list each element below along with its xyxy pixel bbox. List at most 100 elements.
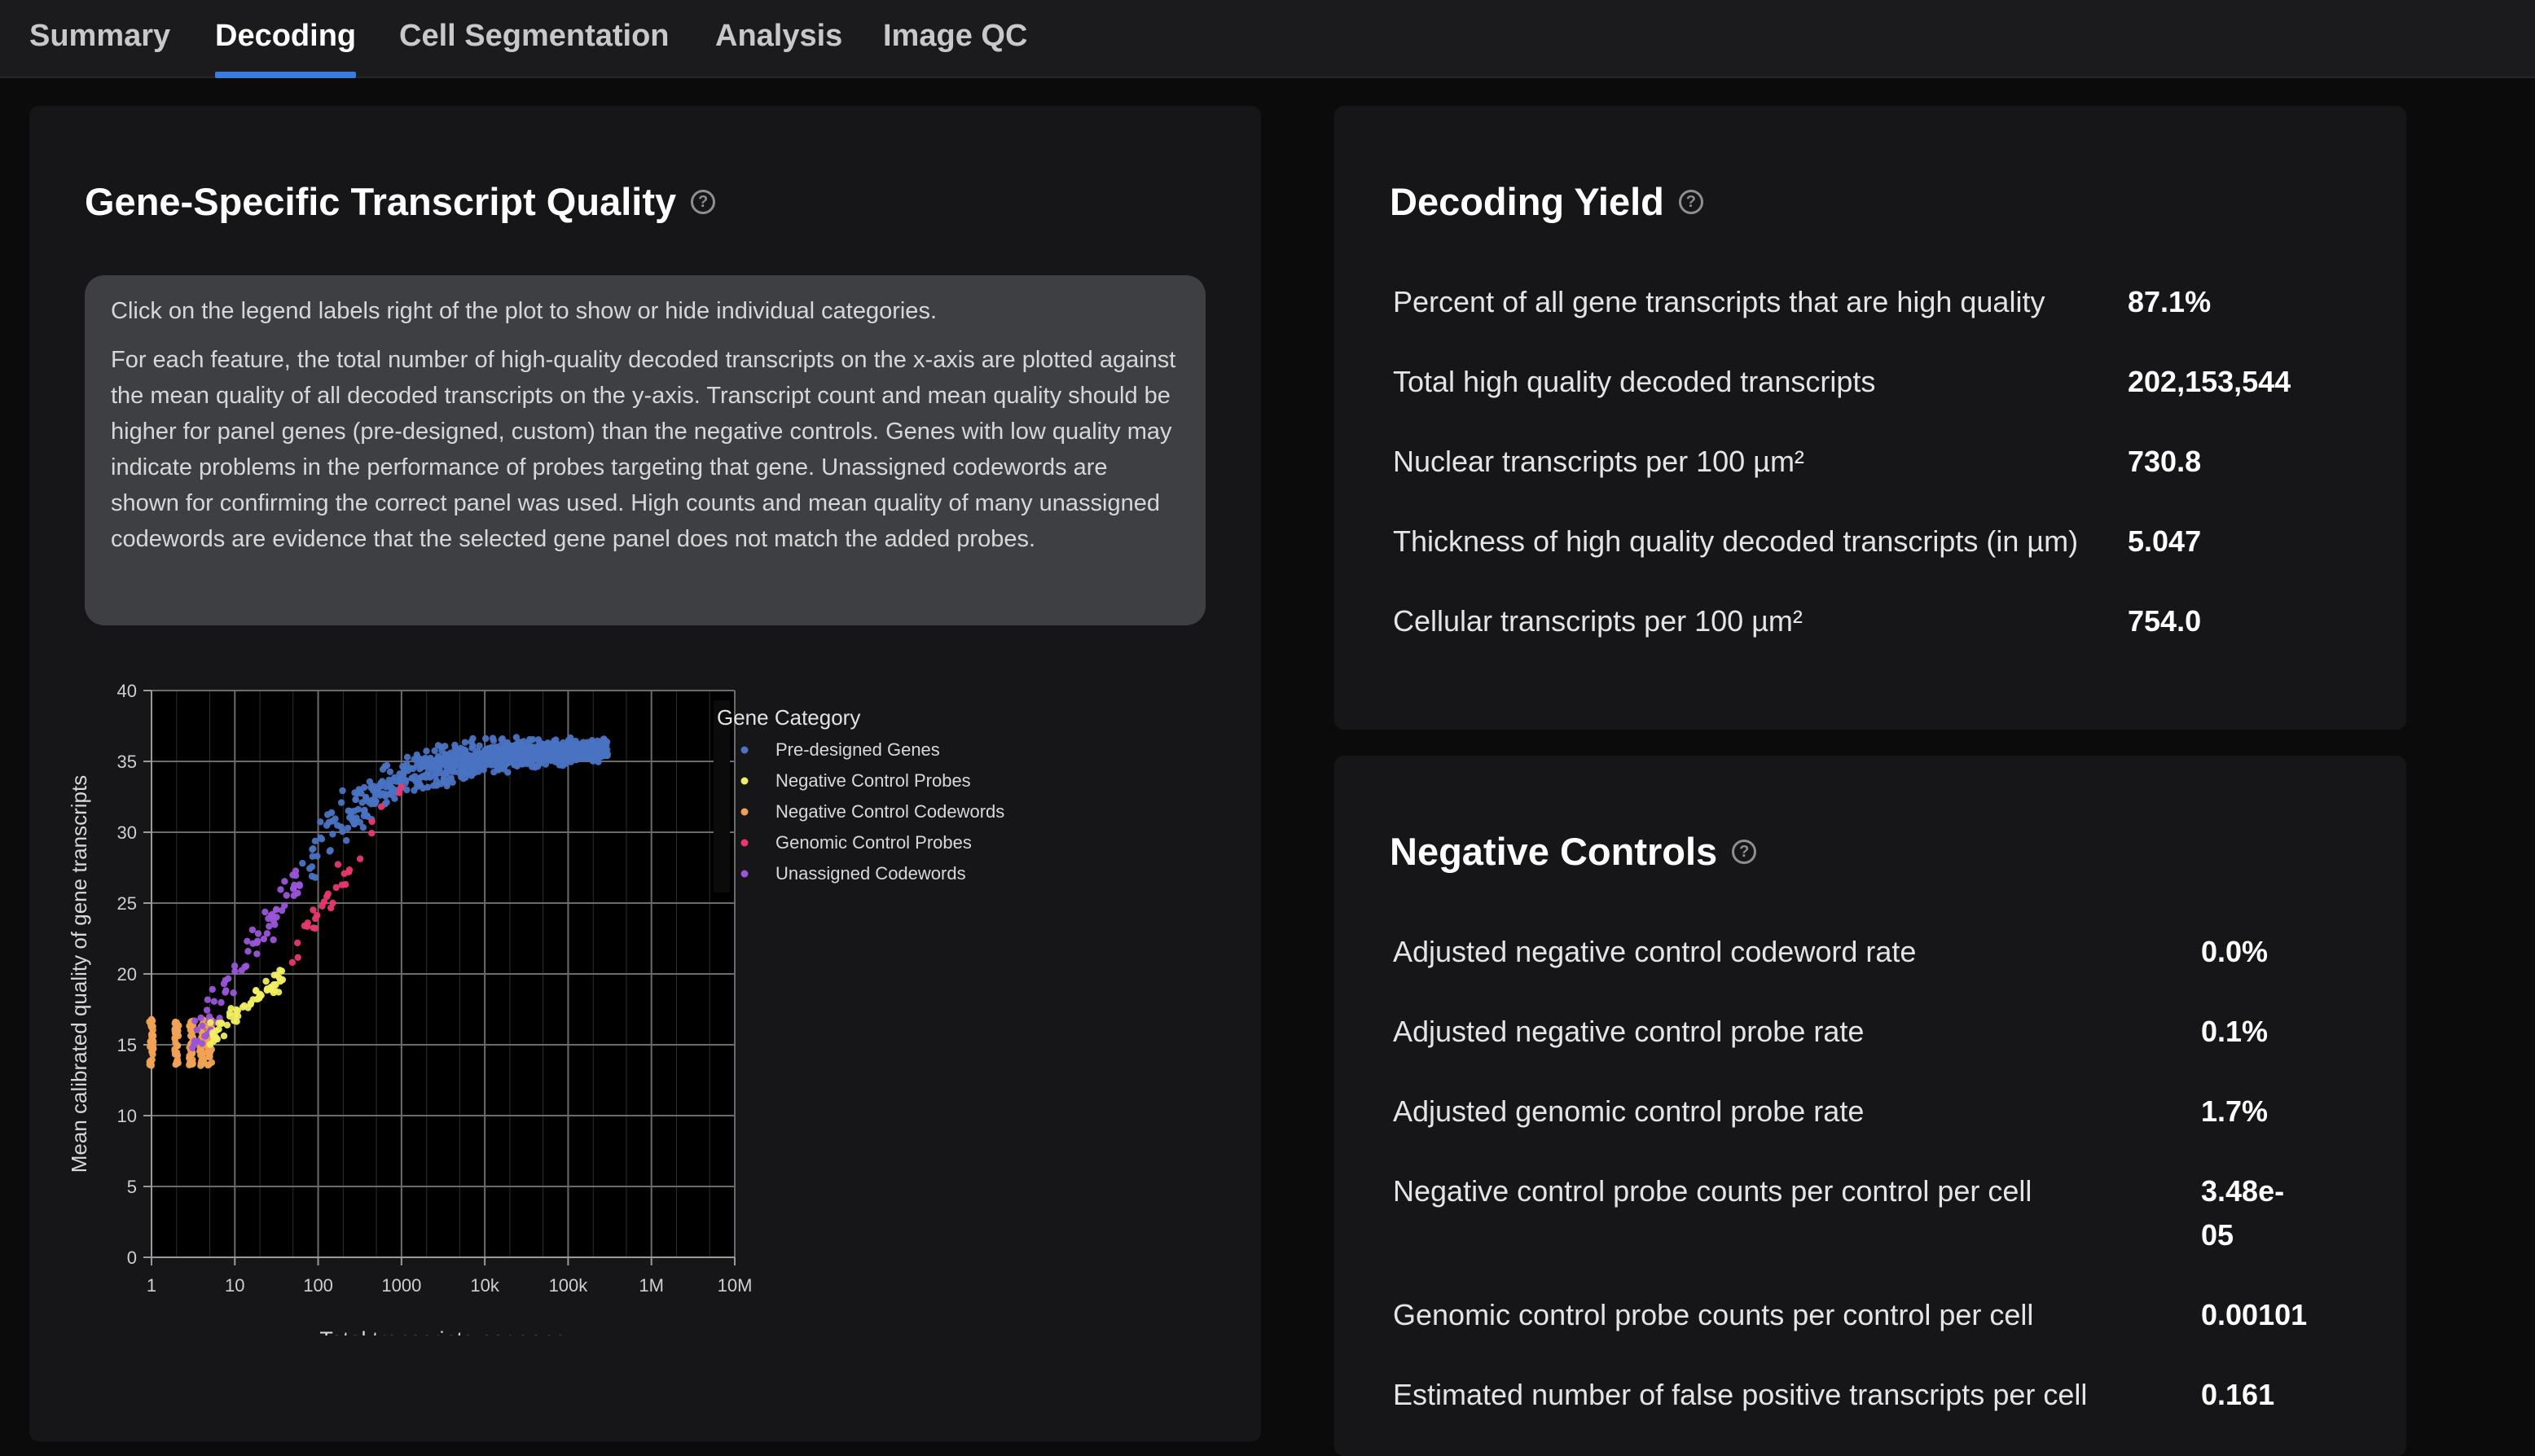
x-axis-title: Total transcripts per gene	[319, 1327, 566, 1335]
data-point-pre-designed-genes	[482, 735, 490, 743]
data-point-unassigned-codewords	[271, 921, 279, 928]
question-circle-icon[interactable]: ?	[1678, 189, 1703, 214]
tab-analysis[interactable]: Analysis	[715, 0, 842, 78]
data-point-pre-designed-genes	[367, 800, 375, 808]
data-point-genomic-control-probes	[288, 958, 297, 967]
y-tick-label: 25	[117, 893, 137, 914]
data-point-pre-designed-genes	[408, 774, 415, 782]
data-point-pre-designed-genes	[555, 741, 562, 748]
data-point-pre-designed-genes	[391, 795, 398, 802]
legend-item-label[interactable]: Genomic Control Probes	[775, 832, 972, 853]
data-point-negative-control-probes	[209, 1032, 217, 1040]
data-point-negative-control-probes	[278, 967, 286, 975]
data-point-pre-designed-genes	[468, 772, 476, 779]
data-point-unassigned-codewords	[272, 906, 280, 914]
data-point-genomic-control-probes	[334, 861, 342, 868]
data-point-unassigned-codewords	[230, 989, 237, 997]
y-tick-label: 0	[127, 1248, 137, 1268]
x-tick-label: 10	[225, 1275, 244, 1296]
data-point-pre-designed-genes	[494, 748, 502, 756]
data-point-genomic-control-probes	[345, 866, 354, 874]
data-point-unassigned-codewords	[201, 1033, 209, 1040]
legend-marker	[740, 808, 749, 816]
data-point-genomic-control-probes	[319, 902, 326, 910]
data-point-genomic-control-probes	[311, 924, 319, 932]
x-tick-label: 1	[147, 1275, 156, 1296]
data-point-pre-designed-genes	[461, 750, 469, 758]
data-point-pre-designed-genes	[501, 763, 508, 770]
data-point-negative-control-probes	[206, 1041, 213, 1048]
data-point-pre-designed-genes	[343, 837, 350, 844]
data-point-pre-designed-genes	[479, 763, 487, 770]
data-point-unassigned-codewords	[244, 937, 251, 945]
legend-item-label[interactable]: Negative Control Codewords	[775, 801, 1004, 822]
data-point-genomic-control-probes	[304, 919, 311, 927]
data-point-pre-designed-genes	[328, 818, 336, 825]
data-point-negative-control-probes	[232, 1006, 240, 1014]
data-point-unassigned-codewords	[191, 1041, 198, 1048]
data-point-pre-designed-genes	[339, 827, 346, 835]
y-tick-label: 40	[117, 681, 137, 701]
data-point-unassigned-codewords	[290, 884, 297, 892]
data-point-pre-designed-genes	[403, 753, 411, 761]
metric-label: Negative control probe counts per contro…	[1393, 1174, 2032, 1208]
data-point-negative-control-probes	[240, 1002, 248, 1010]
data-point-pre-designed-genes	[406, 765, 415, 772]
data-point-unassigned-codewords	[277, 886, 284, 893]
data-point-negative-control-probes	[279, 976, 287, 984]
data-point-unassigned-codewords	[204, 996, 212, 1003]
data-point-unassigned-codewords	[210, 998, 218, 1005]
data-point-pre-designed-genes	[460, 772, 468, 779]
data-point-unassigned-codewords	[254, 930, 262, 937]
data-point-genomic-control-probes	[294, 954, 301, 961]
data-point-pre-designed-genes	[532, 752, 540, 760]
data-point-pre-designed-genes	[530, 762, 538, 770]
metric-value: 0.0%	[2201, 935, 2269, 968]
metric-label: Adjusted genomic control probe rate	[1393, 1094, 1865, 1128]
question-circle-icon[interactable]: ?	[1732, 839, 1757, 864]
metric-value: 730.8	[2128, 445, 2202, 478]
legend-marker	[740, 870, 749, 878]
data-point-pre-designed-genes	[489, 735, 497, 742]
data-point-pre-designed-genes	[443, 766, 451, 774]
data-point-negative-control-probes	[267, 986, 275, 993]
data-point-pre-designed-genes	[396, 770, 403, 778]
data-point-pre-designed-genes	[431, 747, 438, 755]
data-point-pre-designed-genes	[535, 742, 543, 750]
data-point-pre-designed-genes	[386, 768, 394, 775]
negative-controls-title: Negative Controls?	[1390, 829, 1757, 874]
metric-value: 0.00101	[2201, 1298, 2308, 1331]
legend-item-label[interactable]: Pre-designed Genes	[775, 739, 940, 760]
data-point-pre-designed-genes	[572, 737, 579, 745]
data-point-pre-designed-genes	[418, 773, 425, 781]
metric-label: Genomic control probe counts per control…	[1393, 1298, 2034, 1331]
data-point-pre-designed-genes	[446, 757, 454, 765]
y-tick-label: 35	[117, 752, 137, 772]
data-point-unassigned-codewords	[243, 963, 250, 970]
tab-summary[interactable]: Summary	[29, 0, 170, 78]
data-point-pre-designed-genes	[362, 795, 370, 802]
data-point-pre-designed-genes	[468, 754, 476, 761]
data-point-pre-designed-genes	[318, 835, 326, 843]
transcript-quality-title: Gene-Specific Transcript Quality?	[85, 179, 716, 224]
data-point-pre-designed-genes	[503, 742, 512, 749]
data-point-negative-control-probes	[253, 987, 260, 994]
tab-cell-segmentation[interactable]: Cell Segmentation	[399, 0, 670, 78]
question-circle-icon[interactable]: ?	[691, 189, 716, 214]
data-point-negative-control-codewords	[150, 1038, 157, 1046]
data-point-pre-designed-genes	[452, 762, 459, 770]
data-point-negative-control-probes	[247, 1001, 254, 1008]
data-point-pre-designed-genes	[339, 787, 346, 795]
data-point-pre-designed-genes	[494, 766, 503, 774]
data-point-pre-designed-genes	[582, 752, 590, 761]
legend-item-label[interactable]: Unassigned Codewords	[775, 863, 966, 884]
legend-marker	[740, 839, 749, 847]
data-point-negative-control-probes	[235, 1012, 242, 1020]
data-point-pre-designed-genes	[433, 777, 440, 784]
tab-decoding[interactable]: Decoding	[215, 0, 357, 78]
x-tick-label: 10k	[470, 1275, 499, 1296]
data-point-negative-control-probes	[262, 977, 270, 985]
legend-item-label[interactable]: Negative Control Probes	[775, 770, 971, 791]
tab-image-qc[interactable]: Image QC	[883, 0, 1027, 78]
data-point-pre-designed-genes	[520, 738, 527, 745]
